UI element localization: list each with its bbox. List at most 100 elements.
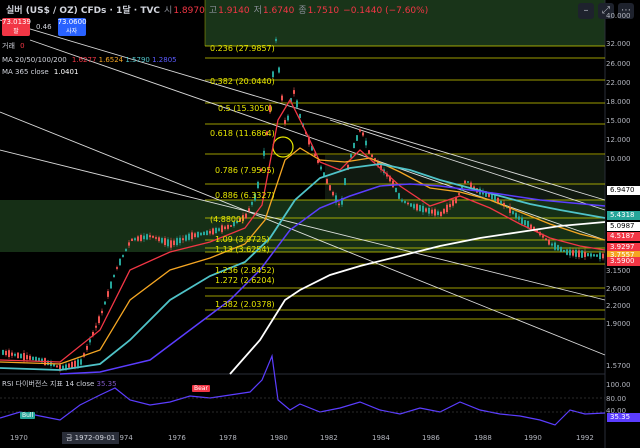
- ma100-value: 1.5790: [125, 56, 150, 64]
- candle-body: [422, 205, 424, 213]
- fib-level-label: 0.786 (7.9595): [215, 166, 275, 175]
- rsi-tag: 35.35: [607, 413, 640, 422]
- candle-body: [296, 100, 298, 108]
- candle-body: [35, 356, 37, 362]
- candle-body: [155, 237, 157, 239]
- candle-body: [512, 211, 514, 214]
- candle-body: [119, 258, 121, 266]
- candle-body: [152, 235, 154, 238]
- candle-body: [20, 353, 22, 359]
- candle-body: [278, 67, 280, 73]
- candle-body: [218, 228, 220, 231]
- candle-body: [545, 238, 547, 241]
- buy-button[interactable]: 73.0600 사자: [57, 18, 87, 36]
- candle-body: [197, 231, 199, 238]
- candle-body: [89, 339, 91, 343]
- candle-body: [179, 237, 181, 244]
- candle-body: [125, 249, 127, 251]
- rsi-legend[interactable]: RSI 다이버전스 지표 14 close 35.35: [2, 379, 117, 389]
- fib-level-label: 0.618 (11.6864): [210, 129, 275, 138]
- candle-body: [596, 254, 598, 257]
- price-tag: 3.5900: [607, 257, 640, 266]
- candle-body: [437, 211, 439, 215]
- candle-body: [548, 239, 550, 245]
- candle-body: [98, 316, 100, 324]
- indicator-ma365[interactable]: MA 365 close 1.0401: [2, 67, 78, 77]
- candle-body: [542, 235, 544, 238]
- candle-body: [449, 204, 451, 208]
- candle-body: [116, 267, 118, 269]
- candle-body: [77, 359, 79, 367]
- candle-body: [407, 202, 409, 205]
- candle-body: [71, 361, 73, 368]
- candle-body: [158, 237, 160, 242]
- candle-body: [143, 235, 145, 240]
- candle-body: [518, 216, 520, 220]
- sell-button[interactable]: 73.0139 팔: [2, 18, 31, 36]
- spread-value: 0.46: [36, 23, 52, 31]
- candle-body: [245, 213, 247, 219]
- candle-body: [173, 240, 175, 246]
- candle-body: [14, 353, 16, 356]
- price-tick: 1.5700: [606, 362, 631, 370]
- trade-buttons: 73.0139 팔 0.46 73.0600 사자: [2, 18, 87, 36]
- candle-body: [230, 225, 232, 227]
- candle-body: [65, 364, 67, 369]
- candle-body: [140, 234, 142, 242]
- indicator-volume[interactable]: 거래 0: [2, 41, 25, 51]
- ohlc-low: 1.6740: [262, 6, 295, 16]
- ohlc-low-label: 저: [253, 6, 262, 16]
- indicator-ma-ribbon[interactable]: MA 20/50/100/200 1.6277 1.6524 1.5790 1.…: [2, 55, 177, 65]
- candle-body: [428, 207, 430, 214]
- candle-body: [68, 363, 70, 368]
- ma200-value: 1.2805: [152, 56, 177, 64]
- candle-body: [26, 355, 28, 360]
- candle-body: [320, 166, 322, 170]
- candle-body: [593, 254, 595, 257]
- candle-body: [563, 249, 565, 252]
- candle-body: [284, 120, 286, 124]
- candle-body: [164, 238, 166, 246]
- price-tick: 10.000: [606, 155, 631, 163]
- x-tick: 1982: [320, 434, 338, 442]
- fib-level-label: 1.382 (2.0378): [215, 300, 275, 309]
- candle-body: [5, 350, 7, 356]
- candle-body: [413, 204, 415, 209]
- candle-body: [404, 201, 406, 203]
- x-tick: 1980: [270, 434, 288, 442]
- candle-body: [359, 129, 361, 132]
- rsi-value: 35.35: [96, 380, 117, 388]
- x-tick: 1970: [10, 434, 28, 442]
- candle-body: [11, 352, 13, 356]
- candle-body: [566, 249, 568, 255]
- candle-body: [575, 249, 577, 257]
- candle-body: [74, 360, 76, 367]
- candle-body: [95, 325, 97, 328]
- candle-body: [470, 182, 472, 188]
- candle-body: [212, 228, 214, 235]
- candle-body: [362, 132, 364, 136]
- candle-body: [590, 253, 592, 257]
- candle-body: [452, 199, 454, 206]
- candle-body: [392, 180, 394, 188]
- candle-body: [170, 240, 172, 248]
- fib-level-label: 0.5 (15.3050): [218, 104, 273, 113]
- candle-body: [467, 181, 469, 183]
- candle-body: [293, 90, 295, 94]
- candle-body: [353, 142, 355, 149]
- buy-price: 73.0600: [57, 18, 87, 26]
- x-tick: 1992: [576, 434, 594, 442]
- collapse-icon[interactable]: –: [578, 3, 594, 19]
- candle-body: [203, 231, 205, 236]
- candle-body: [434, 209, 436, 216]
- candle-body: [251, 201, 253, 205]
- fib-level-label: 0.382 (20.0440): [210, 77, 275, 86]
- candle-body: [569, 249, 571, 256]
- rsi-bull-badge: Bull: [20, 412, 36, 419]
- candle-body: [560, 246, 562, 252]
- candle-body: [440, 211, 442, 217]
- candle-body: [80, 359, 82, 365]
- candle-body: [368, 150, 370, 154]
- candle-body: [2, 349, 4, 355]
- candle-body: [587, 253, 589, 257]
